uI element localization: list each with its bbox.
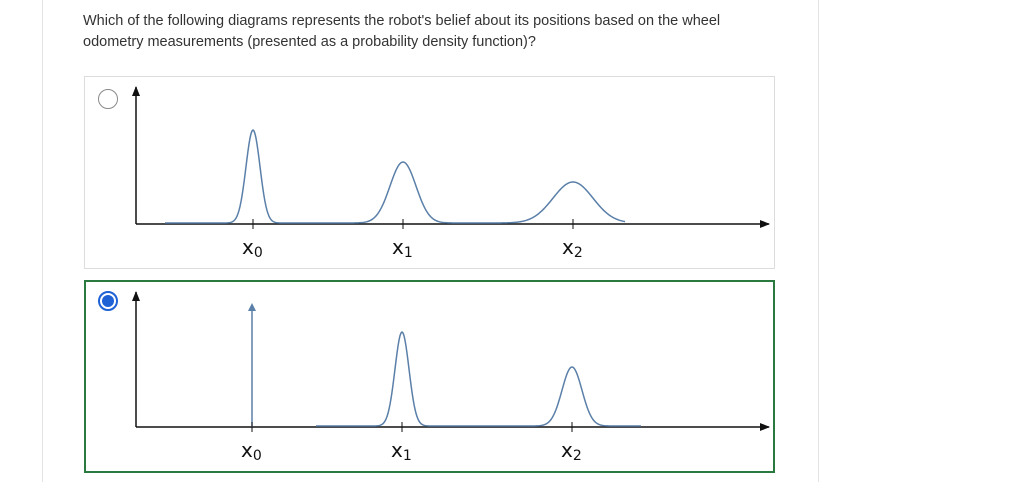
page-left-border [42,0,43,482]
answer-option-2[interactable]: x0 x1 x2 [84,280,775,473]
answer-option-1[interactable]: x0 x1 x2 [84,76,775,269]
pdf-diagram-2: x0 x1 x2 [132,291,770,464]
label-x2: x2 [561,438,582,464]
label-x2: x2 [562,235,583,261]
question-text: Which of the following diagrams represen… [83,13,721,50]
pdf-diagram-1: x0 x1 x2 [132,86,770,261]
label-x1: x1 [392,235,413,261]
label-x0: x0 [242,235,263,261]
belief-curve [165,128,626,224]
label-x0: x0 [241,438,262,464]
page-right-border [818,0,819,482]
label-x1: x1 [391,438,412,464]
belief-curve [316,330,641,427]
